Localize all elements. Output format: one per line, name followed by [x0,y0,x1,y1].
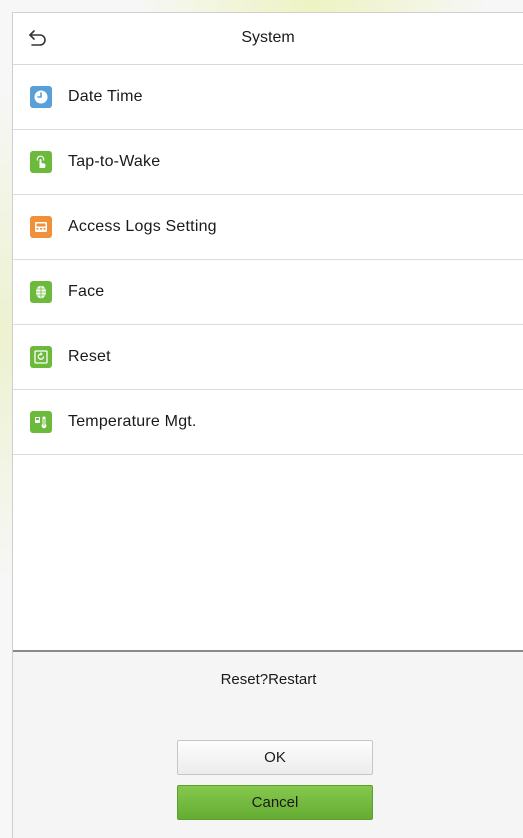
ok-button[interactable]: OK [177,740,373,775]
page-title: System [241,29,295,46]
device-screen: System Date Time Tap-to-Wake Access Logs… [12,12,523,838]
tap-hand-icon [30,151,52,173]
menu-item-tap-to-wake[interactable]: Tap-to-Wake [13,130,523,195]
confirm-dialog: Reset?Restart OK Cancel [13,650,523,838]
menu-item-access-logs-setting[interactable]: Access Logs Setting [13,195,523,260]
logs-icon [30,216,52,238]
menu-item-label: Tap-to-Wake [68,153,161,170]
thermometer-icon [30,411,52,433]
menu-item-label: Face [68,283,105,300]
header-bar: System [13,13,523,65]
cancel-button[interactable]: Cancel [177,785,373,820]
menu-item-label: Temperature Mgt. [68,413,197,430]
dialog-message: Reset?Restart [220,671,317,688]
menu-item-face[interactable]: Face [13,260,523,325]
face-icon [30,281,52,303]
menu-item-temperature-mgt[interactable]: Temperature Mgt. [13,390,523,455]
menu-item-label: Date Time [68,88,143,105]
menu-item-label: Reset [68,348,111,365]
menu-list: Date Time Tap-to-Wake Access Logs Settin… [13,65,523,455]
menu-item-date-time[interactable]: Date Time [13,65,523,130]
menu-item-reset[interactable]: Reset [13,325,523,390]
reset-icon [30,346,52,368]
menu-item-label: Access Logs Setting [68,218,217,235]
clock-icon [30,86,52,108]
